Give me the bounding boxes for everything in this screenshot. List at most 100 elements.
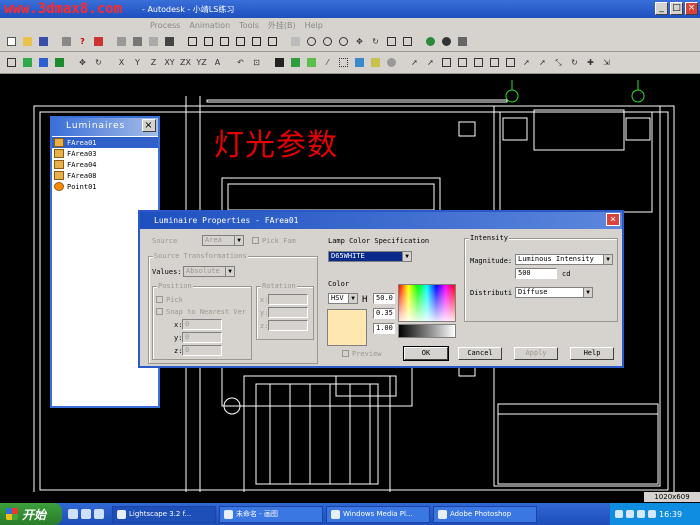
preview-checkbox[interactable]: [342, 350, 349, 357]
luminaire-item[interactable]: FArea04: [52, 159, 158, 170]
browser-icon[interactable]: [68, 509, 78, 519]
pick-fam-checkbox[interactable]: [252, 237, 259, 244]
undo-icon[interactable]: ↶: [233, 55, 248, 70]
grid-icon[interactable]: [336, 55, 351, 70]
close-button[interactable]: ×: [685, 2, 698, 15]
menu-animation[interactable]: Animation: [189, 21, 230, 30]
orbit-icon[interactable]: ↻: [368, 34, 383, 49]
new-file-icon[interactable]: [4, 34, 19, 49]
pan-icon[interactable]: ✥: [352, 34, 367, 49]
rotate-3d-icon[interactable]: ↻: [567, 55, 582, 70]
start-button[interactable]: 开始: [0, 503, 62, 525]
move-icon[interactable]: ✥: [75, 55, 90, 70]
taskbar-item-photoshop[interactable]: Adobe Photoshop: [433, 505, 537, 523]
axis-lock-icon[interactable]: A: [210, 55, 225, 70]
plane-zx-icon[interactable]: ZX: [178, 55, 193, 70]
plane-yz-icon[interactable]: YZ: [194, 55, 209, 70]
rotation-z-field[interactable]: [268, 320, 308, 331]
value-slider[interactable]: [398, 324, 456, 338]
pick-checkbox[interactable]: [156, 296, 163, 303]
walk-icon[interactable]: [114, 34, 129, 49]
apply-button[interactable]: Apply: [514, 347, 558, 360]
rotation-y-field[interactable]: [268, 307, 308, 318]
pointer-icon[interactable]: ➚: [407, 55, 422, 70]
menu-process[interactable]: Process: [150, 21, 180, 30]
open-folder-icon[interactable]: [20, 34, 35, 49]
zoom-icon[interactable]: [304, 34, 319, 49]
display-icon[interactable]: [455, 34, 470, 49]
taskbar-item-paint[interactable]: 未命名 - 画图: [219, 505, 323, 523]
move-add-icon[interactable]: ✚: [583, 55, 598, 70]
zoom-out-icon[interactable]: [336, 34, 351, 49]
pointer-list-icon[interactable]: ➚: [535, 55, 550, 70]
context-help-icon[interactable]: [91, 34, 106, 49]
surface-green-icon[interactable]: [288, 55, 303, 70]
cancel-button[interactable]: Cancel: [458, 347, 502, 360]
save-icon[interactable]: [36, 34, 51, 49]
im-icon[interactable]: [648, 510, 656, 518]
pointer-add-icon[interactable]: ➚: [423, 55, 438, 70]
pin-icon[interactable]: [162, 34, 177, 49]
light-icon[interactable]: [384, 55, 399, 70]
edit-window-3-icon[interactable]: [471, 55, 486, 70]
h-field[interactable]: 50.0: [373, 293, 395, 304]
texture-icon[interactable]: [368, 55, 383, 70]
box-outline-icon[interactable]: [4, 55, 19, 70]
help-icon[interactable]: ?: [75, 34, 90, 49]
move-axis-icon[interactable]: ⇲: [599, 55, 614, 70]
axis-y-icon[interactable]: Y: [130, 55, 145, 70]
blue-cube-icon[interactable]: [36, 55, 51, 70]
desktop-icon[interactable]: [81, 509, 91, 519]
green-cube-icon[interactable]: [20, 55, 35, 70]
position-y-field[interactable]: 0: [182, 332, 222, 343]
axis-z-icon[interactable]: Z: [146, 55, 161, 70]
globe-icon[interactable]: [423, 34, 438, 49]
rotation-x-field[interactable]: [268, 294, 308, 305]
view-cube-2-icon[interactable]: [201, 34, 216, 49]
axis-x-icon[interactable]: X: [114, 55, 129, 70]
luminaire-item[interactable]: FArea03: [52, 148, 158, 159]
edit-window-icon[interactable]: [439, 55, 454, 70]
menu-tools[interactable]: Tools: [239, 21, 259, 30]
media-icon[interactable]: [94, 509, 104, 519]
color-spectrum-picker[interactable]: [398, 284, 456, 322]
copy-icon[interactable]: [487, 55, 502, 70]
dialog-close-button[interactable]: ×: [606, 213, 620, 226]
view-cube-6-icon[interactable]: [265, 34, 280, 49]
camera-icon[interactable]: [288, 34, 303, 49]
taskbar-item-lightscape[interactable]: Lightscape 3.2 f...: [112, 505, 216, 523]
network-icon[interactable]: [615, 510, 623, 518]
ok-button[interactable]: OK: [403, 346, 449, 361]
edit-window-2-icon[interactable]: [455, 55, 470, 70]
luminaires-close-button[interactable]: ×: [142, 119, 156, 132]
antivirus-icon[interactable]: [637, 510, 645, 518]
source-select[interactable]: Area ▼: [202, 235, 244, 246]
minimize-button[interactable]: _: [655, 2, 668, 15]
v-field[interactable]: 1.00: [373, 323, 395, 334]
color-model-select[interactable]: HSV ▼: [328, 293, 358, 304]
intensity-field[interactable]: 500: [515, 268, 557, 279]
zoom-window-icon[interactable]: [384, 34, 399, 49]
magnitude-select[interactable]: Luminous Intensity ▼: [515, 254, 613, 265]
taskbar-item-media-player[interactable]: Windows Media Pl...: [326, 505, 430, 523]
position-x-field[interactable]: 0: [182, 319, 222, 330]
values-select[interactable]: Absolute ▼: [183, 266, 235, 277]
layer-green-icon[interactable]: [304, 55, 319, 70]
rotate-icon[interactable]: ↻: [91, 55, 106, 70]
menu-plugins[interactable]: 外挂(B): [268, 20, 296, 31]
volume-icon[interactable]: [626, 510, 634, 518]
view-cube-3-icon[interactable]: [217, 34, 232, 49]
maximize-button[interactable]: □: [670, 2, 683, 15]
brush-icon[interactable]: ⁄: [320, 55, 335, 70]
material-icon[interactable]: [352, 55, 367, 70]
luminaire-item[interactable]: FArea01: [52, 137, 158, 148]
paste-icon[interactable]: [503, 55, 518, 70]
select-icon[interactable]: [146, 34, 161, 49]
surface-select-icon[interactable]: [272, 55, 287, 70]
snap-checkbox[interactable]: [156, 308, 163, 315]
print-icon[interactable]: [59, 34, 74, 49]
view-cube-1-icon[interactable]: [185, 34, 200, 49]
zoom-in-icon[interactable]: [320, 34, 335, 49]
s-field[interactable]: 0.35: [373, 308, 395, 319]
pointer-block-icon[interactable]: ➚: [519, 55, 534, 70]
